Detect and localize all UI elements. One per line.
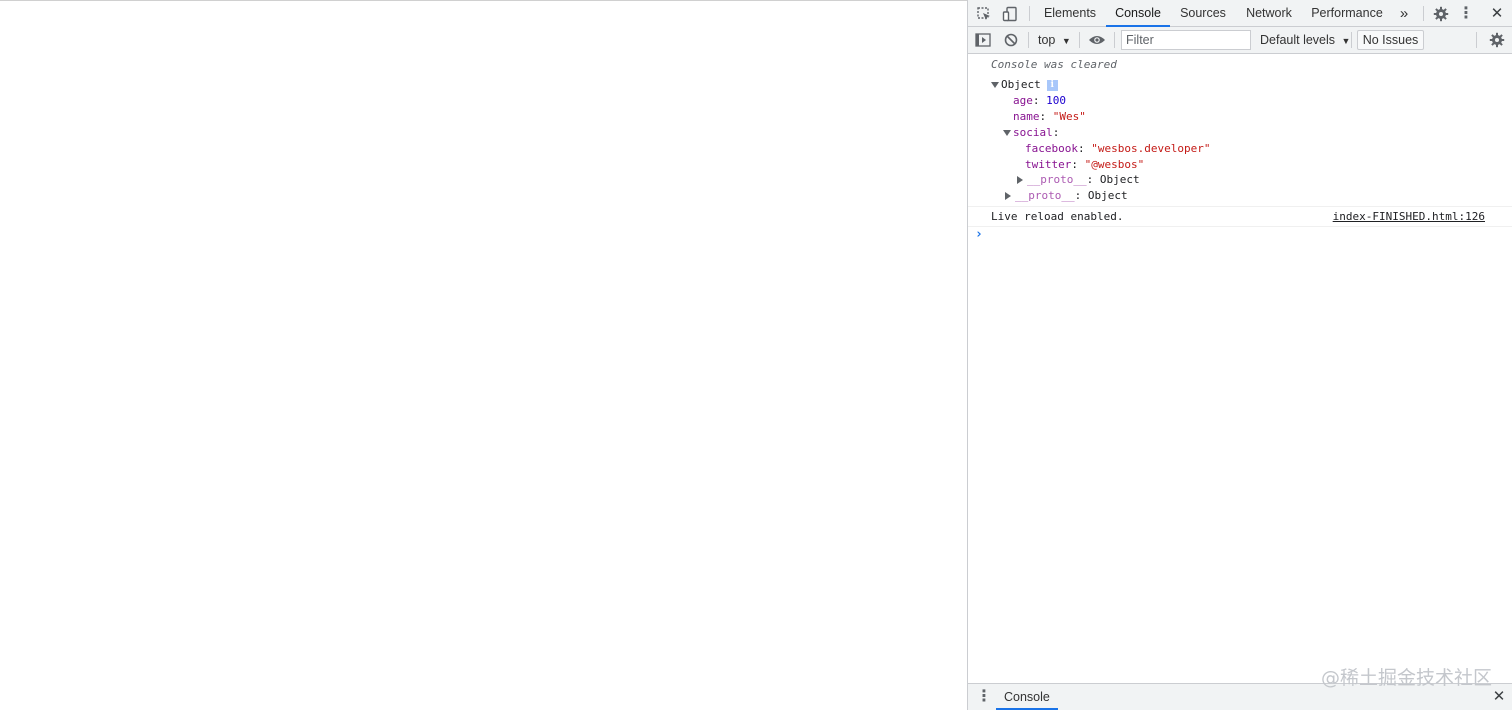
message-divider bbox=[968, 206, 1512, 207]
clear-console-icon[interactable] bbox=[998, 27, 1024, 53]
context-label: top bbox=[1038, 33, 1056, 47]
caret-down-icon: ▼ bbox=[1341, 36, 1351, 46]
live-expression-eye-icon[interactable] bbox=[1084, 27, 1110, 53]
device-toolbar-icon[interactable] bbox=[997, 0, 1023, 27]
property-key: name bbox=[1013, 110, 1040, 123]
property-key: age bbox=[1013, 94, 1033, 107]
message-divider bbox=[968, 226, 1512, 227]
tabbar-divider bbox=[1029, 6, 1030, 21]
property-value: "Wes" bbox=[1052, 110, 1086, 123]
log-levels-label: Default levels bbox=[1260, 33, 1336, 47]
toolbar-divider bbox=[1351, 32, 1352, 48]
drawer-menu-icon[interactable]: ⋮ bbox=[976, 684, 992, 710]
object-property-age: age: 100 bbox=[1013, 94, 1066, 107]
watermark: @稀土掘金技术社区 bbox=[1320, 667, 1492, 689]
toolbar-divider bbox=[1476, 32, 1477, 48]
console-output: Console was cleared Object i age: 100 nam… bbox=[968, 54, 1512, 683]
devtools-tabbar: Elements Console Sources Network Perform… bbox=[968, 0, 1512, 27]
context-selector[interactable]: top ▼ bbox=[1038, 27, 1071, 53]
property-value: 100 bbox=[1046, 94, 1066, 107]
property-key: facebook bbox=[1025, 142, 1078, 155]
prompt-chevron-icon: › bbox=[975, 227, 983, 242]
log-source-link[interactable]: index-FINISHED.html:126 bbox=[1333, 209, 1485, 225]
toolbar-divider bbox=[1114, 32, 1115, 48]
object-property-facebook: facebook: "wesbos.developer" bbox=[1025, 142, 1211, 155]
kebab-menu-icon[interactable]: ⋮ bbox=[1458, 0, 1474, 27]
tab-elements[interactable]: Elements bbox=[1040, 0, 1100, 27]
property-key: __proto__ bbox=[1027, 173, 1087, 186]
toolbar-divider bbox=[1028, 32, 1029, 48]
tab-network[interactable]: Network bbox=[1240, 0, 1298, 27]
issues-button[interactable]: No Issues bbox=[1357, 30, 1424, 50]
filter-input[interactable] bbox=[1121, 30, 1251, 50]
more-tabs-icon[interactable]: » bbox=[1396, 0, 1412, 27]
property-value: Object bbox=[1087, 189, 1128, 202]
object-property-twitter: twitter: "@wesbos" bbox=[1025, 158, 1145, 171]
source-link-text[interactable]: index-FINISHED.html:126 bbox=[1333, 210, 1485, 223]
close-devtools-icon[interactable]: ✕ bbox=[1486, 0, 1508, 27]
tab-performance[interactable]: Performance bbox=[1308, 0, 1386, 27]
property-key: twitter bbox=[1025, 158, 1072, 171]
caret-down-icon: ▼ bbox=[1061, 36, 1071, 46]
object-property-proto[interactable]: __proto__: Object bbox=[1005, 188, 1128, 204]
object-property-proto-nested[interactable]: __proto__: Object bbox=[1017, 172, 1140, 188]
object-label: Object bbox=[1001, 78, 1041, 91]
property-value: "@wesbos" bbox=[1084, 158, 1145, 171]
property-key: __proto__ bbox=[1015, 189, 1075, 202]
show-sidebar-icon[interactable] bbox=[970, 27, 996, 53]
expand-triangle-icon[interactable] bbox=[991, 82, 999, 88]
tab-sources[interactable]: Sources bbox=[1176, 0, 1230, 27]
log-message: Live reload enabled. bbox=[991, 210, 1124, 223]
collapse-triangle-icon[interactable] bbox=[1005, 192, 1011, 200]
log-levels-dropdown[interactable]: Default levels ▼ bbox=[1260, 27, 1350, 53]
tab-console[interactable]: Console bbox=[1106, 0, 1170, 27]
object-tree-root[interactable]: Object i bbox=[991, 77, 1058, 93]
info-icon[interactable]: i bbox=[1046, 79, 1058, 91]
collapse-triangle-icon[interactable] bbox=[1017, 176, 1023, 184]
console-settings-gear-icon[interactable] bbox=[1484, 27, 1510, 53]
property-value: "wesbos.developer" bbox=[1091, 142, 1211, 155]
object-property-social[interactable]: social: bbox=[1003, 125, 1059, 141]
settings-gear-icon[interactable] bbox=[1428, 0, 1454, 27]
tabbar-divider bbox=[1423, 6, 1424, 21]
console-prompt[interactable]: › bbox=[975, 227, 983, 243]
console-cleared-message: Console was cleared bbox=[991, 58, 1117, 71]
toolbar-divider bbox=[1079, 32, 1080, 48]
property-key: social bbox=[1013, 126, 1053, 139]
console-toolbar: top ▼ Default levels ▼ No Issues bbox=[968, 27, 1512, 54]
drawer-tab-console[interactable]: Console bbox=[996, 684, 1058, 710]
devtools-panel: Elements Console Sources Network Perform… bbox=[967, 0, 1512, 710]
property-value: Object bbox=[1099, 173, 1140, 186]
inspect-element-icon[interactable] bbox=[971, 0, 997, 27]
object-property-name: name: "Wes" bbox=[1013, 110, 1086, 123]
expand-triangle-icon[interactable] bbox=[1003, 130, 1011, 136]
inspected-page bbox=[0, 0, 967, 711]
